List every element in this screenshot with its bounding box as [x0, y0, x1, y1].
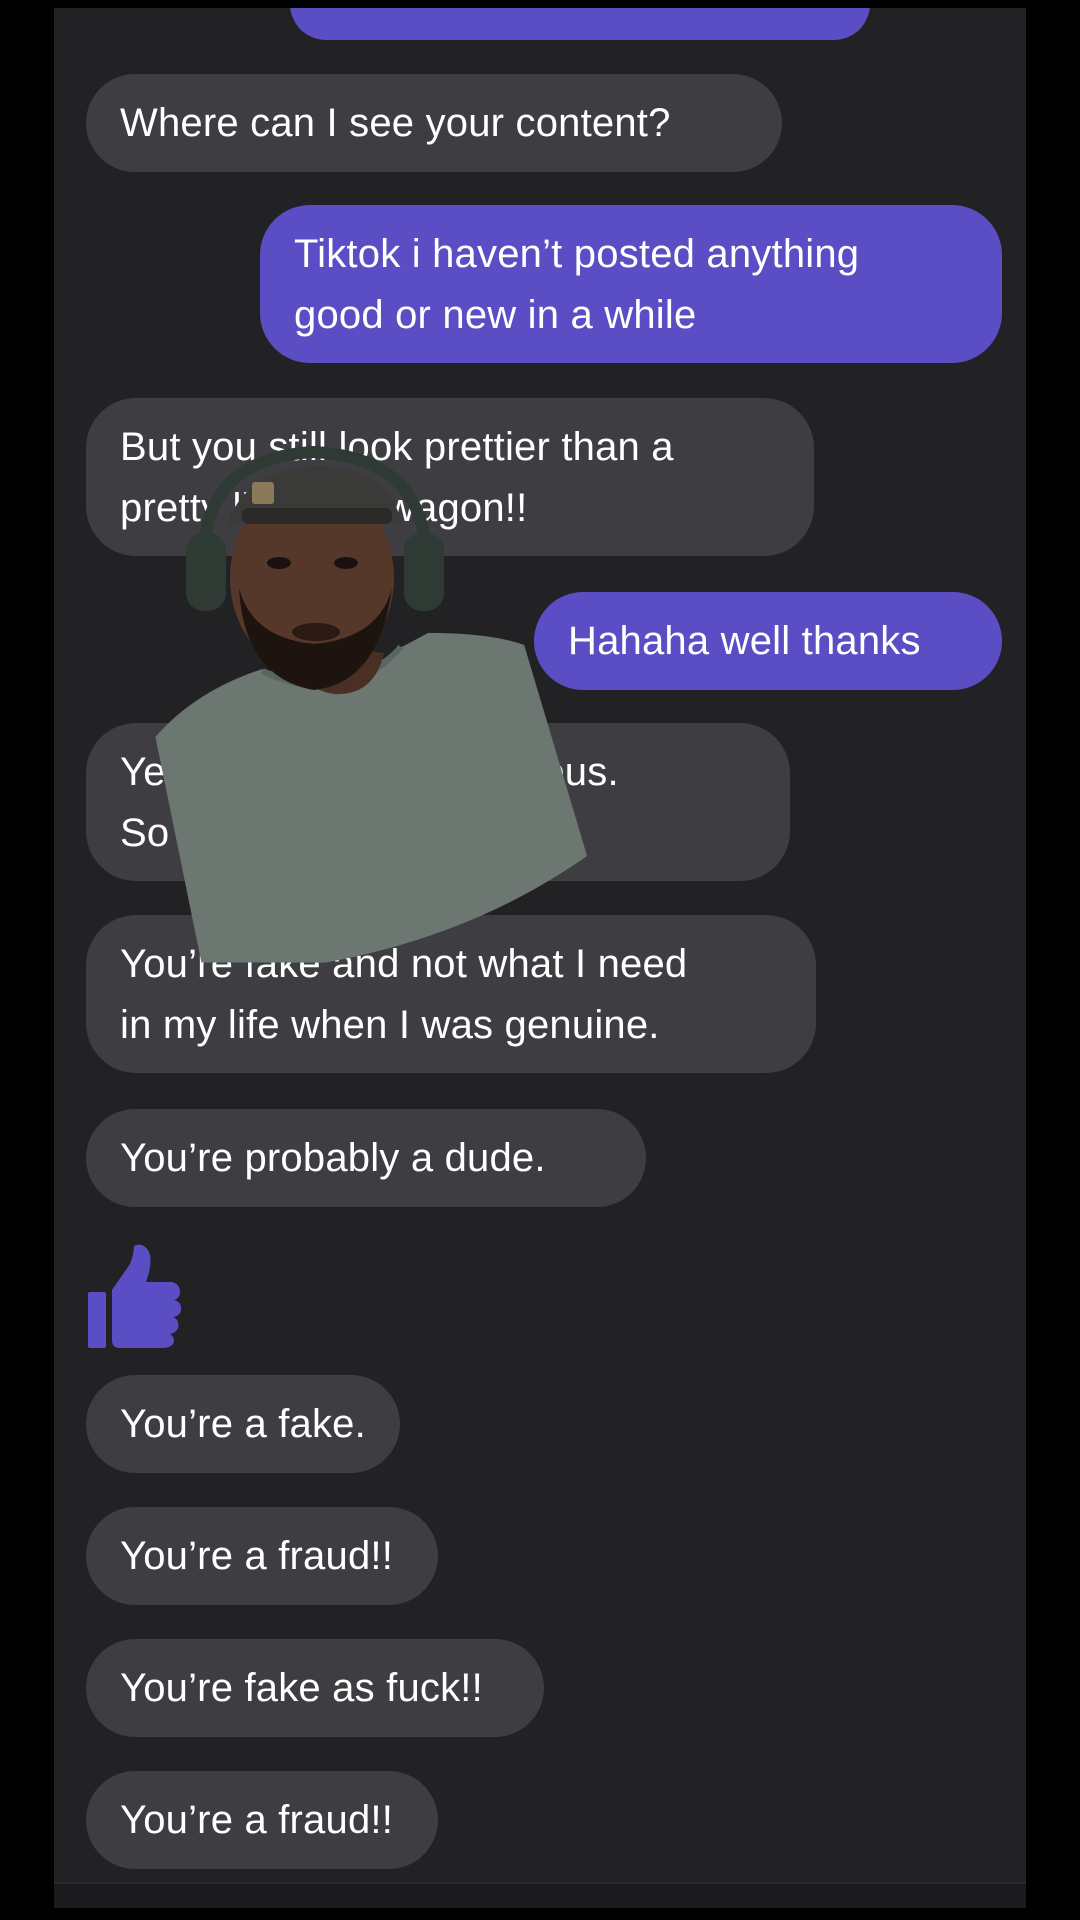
outgoing-message-bubble-partial[interactable]: [290, 8, 870, 40]
incoming-message-bubble[interactable]: You’re a fraud!!: [86, 1771, 438, 1869]
incoming-message-bubble[interactable]: You’re a fake.: [86, 1375, 400, 1473]
bottom-edge-bar: [54, 1882, 1026, 1908]
outgoing-message-bubble[interactable]: Hahaha well thanks: [534, 592, 1002, 690]
incoming-message-bubble[interactable]: You’re probably a dude.: [86, 1109, 646, 1207]
incoming-message-bubble[interactable]: You’re fake as fuck!!: [86, 1639, 544, 1737]
thumbs-up-reaction-icon[interactable]: [88, 1244, 184, 1348]
outgoing-message-bubble[interactable]: Tiktok i haven’t posted anything good or…: [260, 205, 1002, 363]
chat-screen: Where can I see your content? Tiktok i h…: [54, 8, 1026, 1908]
reaction-person-overlay: [155, 445, 588, 963]
incoming-message-bubble[interactable]: You’re a fraud!!: [86, 1507, 438, 1605]
incoming-message-bubble[interactable]: Where can I see your content?: [86, 74, 782, 172]
